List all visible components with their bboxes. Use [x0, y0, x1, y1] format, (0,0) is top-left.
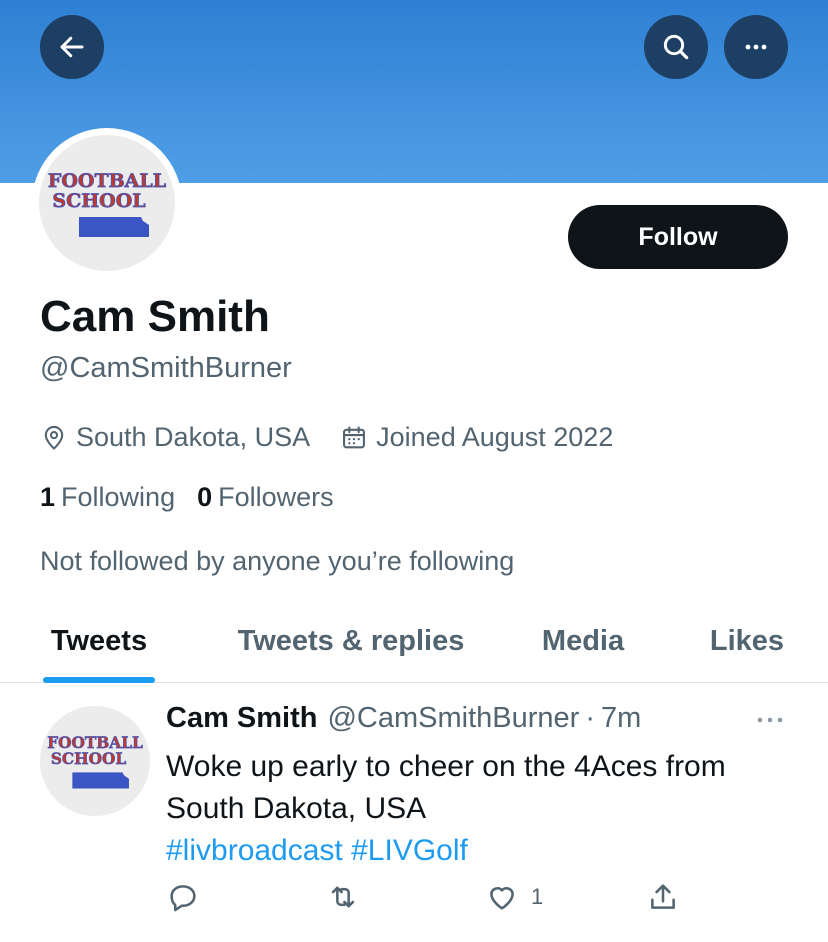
tab-likes[interactable]: Likes: [700, 600, 794, 682]
active-tab-indicator: [43, 677, 155, 683]
like-icon: [490, 887, 514, 910]
retweet-button[interactable]: [326, 880, 360, 914]
kansas-shape: [72, 772, 129, 789]
football-school-logo: FOOTBALL SCHOOL: [47, 734, 143, 789]
logo-text-line2: SCHOOL: [51, 750, 127, 768]
tweet-more-button[interactable]: [752, 708, 788, 732]
profile-display-name: Cam Smith: [40, 292, 270, 341]
tab-tweets-replies[interactable]: Tweets & replies: [220, 600, 482, 682]
profile-handle: @CamSmithBurner: [40, 352, 292, 384]
like-count: 1: [531, 884, 544, 909]
avatar-image: FOOTBALL SCHOOL: [39, 135, 175, 271]
followers-count: 0: [197, 482, 213, 512]
tab-tweets[interactable]: Tweets: [40, 600, 158, 682]
tweet-text-line: South Dakota, USA: [166, 792, 427, 825]
logo-text-line1: FOOTBALL: [47, 734, 143, 752]
search-icon: [663, 34, 689, 60]
profile-avatar[interactable]: FOOTBALL SCHOOL: [32, 128, 182, 278]
tweet-item[interactable]: FOOTBALL SCHOOL Cam Smith @CamSmithBurne…: [0, 684, 828, 942]
follow-button[interactable]: Follow: [568, 205, 788, 269]
tweet-avatar[interactable]: FOOTBALL SCHOOL: [40, 706, 150, 816]
retweet-icon: [331, 886, 355, 908]
more-horizontal-icon: [745, 44, 767, 50]
reply-button[interactable]: [166, 880, 200, 914]
calendar-icon: [343, 425, 366, 448]
following-link[interactable]: 1 Following: [40, 482, 175, 513]
football-school-logo: FOOTBALL SCHOOL: [47, 170, 167, 237]
back-button[interactable]: [40, 15, 104, 79]
reply-icon: [170, 885, 196, 912]
hashtag-link[interactable]: #livbroadcast: [166, 834, 343, 867]
logo-text-line2: SCHOOL: [52, 190, 145, 212]
location-item: South Dakota, USA: [40, 422, 310, 453]
tweet-author-name[interactable]: Cam Smith: [166, 702, 317, 735]
like-button[interactable]: 1: [485, 880, 543, 914]
tweet-header: Cam Smith @CamSmithBurner · 7m: [166, 702, 641, 735]
more-horizontal-icon: [757, 717, 783, 723]
joined-text: Joined August 2022: [376, 422, 614, 452]
follow-stats: 1 Following 0 Followers: [40, 482, 334, 513]
profile-meta: South Dakota, USA Joined August 2022: [40, 422, 613, 453]
profile-tabs: Tweets Tweets & replies Media Likes: [0, 600, 828, 683]
arrow-left-icon: [60, 36, 84, 58]
tweet-hashtags: #livbroadcast #LIVGolf: [166, 830, 468, 872]
tweet-timestamp[interactable]: 7m: [601, 702, 641, 735]
more-options-button[interactable]: [724, 15, 788, 79]
tweet-text-line: Woke up early to cheer on the 4Aces from: [166, 750, 726, 783]
tweet-separator: ·: [585, 702, 595, 734]
tweet-text: Woke up early to cheer on the 4Aces from…: [166, 746, 806, 830]
followers-link[interactable]: 0 Followers: [197, 482, 334, 513]
joined-item: Joined August 2022: [340, 422, 613, 453]
following-label: Following: [61, 482, 176, 512]
share-icon: [651, 884, 675, 909]
location-pin-icon: [44, 425, 64, 450]
kansas-shape: [79, 217, 149, 237]
tweet-actions: 1: [0, 880, 828, 920]
tab-media[interactable]: Media: [528, 600, 638, 682]
tweet-author-handle[interactable]: @CamSmithBurner: [327, 702, 579, 735]
location-text: South Dakota, USA: [76, 422, 311, 452]
following-count: 1: [40, 482, 56, 512]
search-button[interactable]: [644, 15, 708, 79]
logo-text-line1: FOOTBALL: [48, 170, 166, 192]
followers-label: Followers: [218, 482, 334, 512]
not-followed-note: Not followed by anyone you’re following: [40, 546, 515, 576]
share-button[interactable]: [646, 880, 680, 914]
hashtag-link[interactable]: #LIVGolf: [351, 834, 468, 867]
